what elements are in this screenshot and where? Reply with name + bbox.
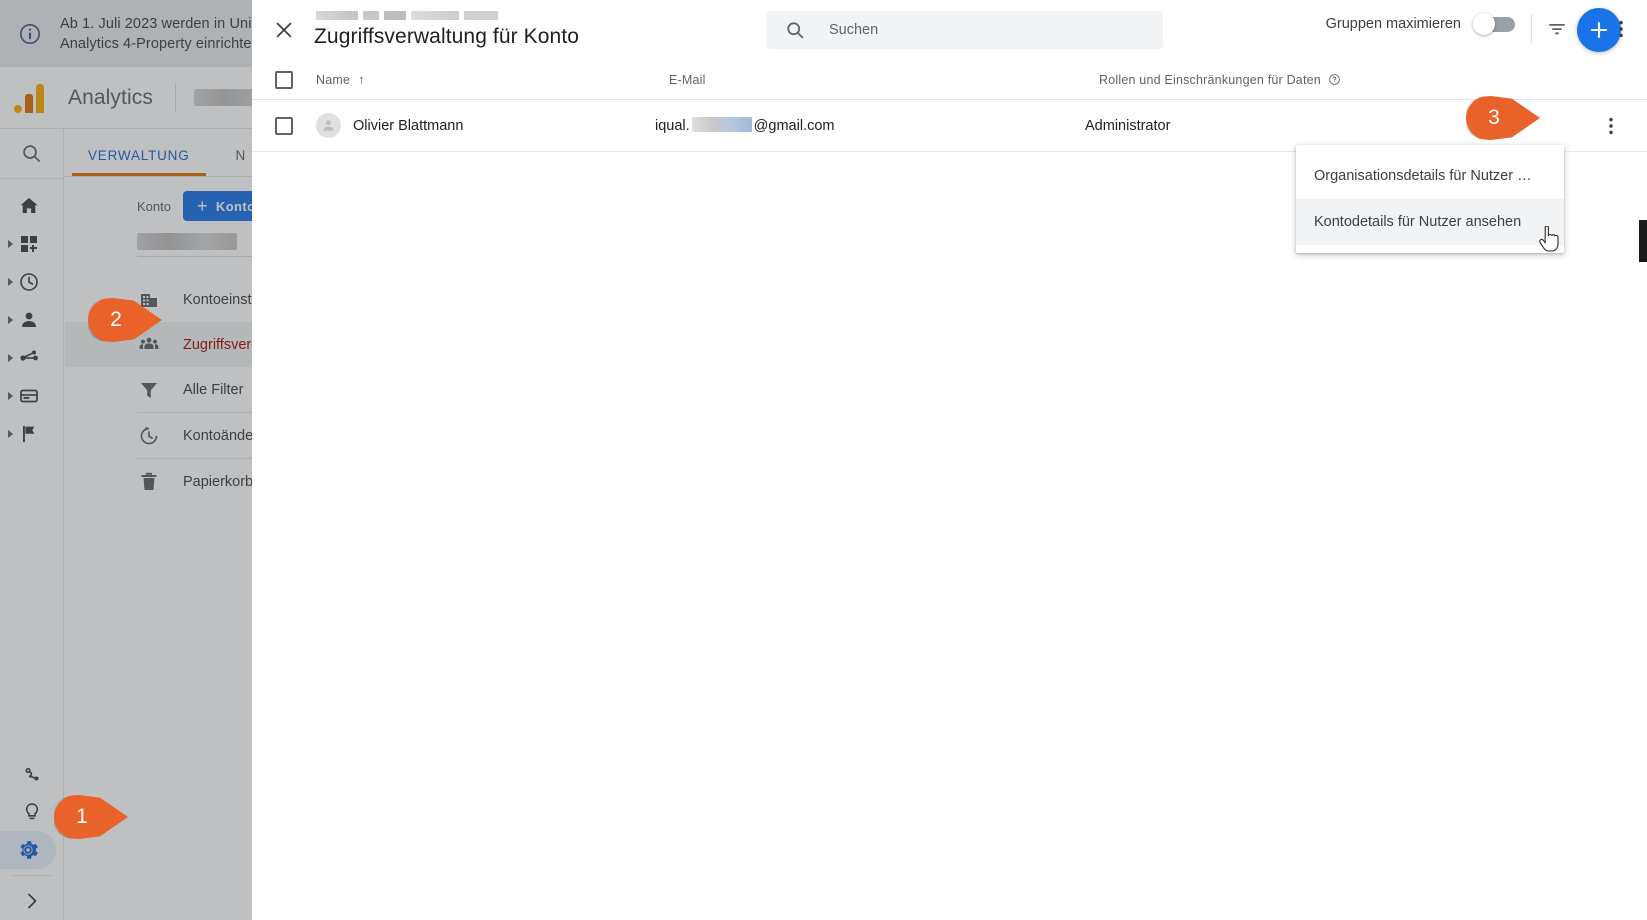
- sort-ascending-icon[interactable]: ↑: [358, 72, 365, 87]
- dialog-more-options-button[interactable]: [1609, 17, 1633, 41]
- person-avatar-icon: [323, 120, 334, 131]
- search-icon: [787, 22, 804, 39]
- cell-email-suffix: @gmail.com: [753, 117, 835, 134]
- callout-shape: [54, 795, 128, 839]
- select-all-checkbox[interactable]: [275, 70, 293, 89]
- toggle-knob: [1473, 12, 1495, 35]
- expand-groups-label: Gruppen maximieren: [1325, 16, 1461, 32]
- close-icon[interactable]: [272, 18, 296, 42]
- cell-roles: Administrator: [1085, 117, 1171, 134]
- dialog-header: Zugriffsverwaltung für Konto Suchen Grup…: [252, 0, 1647, 60]
- menu-item-kontodetails[interactable]: Kontodetails für Nutzer ansehen: [1296, 199, 1564, 245]
- mouse-cursor-pointer: [1539, 226, 1559, 252]
- column-header-roles[interactable]: Rollen und Einschränkungen für Daten: [1099, 73, 1321, 87]
- search-placeholder: Suchen: [829, 22, 879, 38]
- help-icon[interactable]: [1328, 73, 1341, 86]
- callout-shape: [1466, 96, 1540, 140]
- dialog-title: Zugriffsverwaltung für Konto: [314, 25, 580, 48]
- redacted-dialog-subtitle: [316, 11, 579, 20]
- expand-groups-control[interactable]: Gruppen maximieren: [1325, 12, 1515, 35]
- modal-scrim[interactable]: [0, 0, 252, 920]
- plus-icon: [1590, 21, 1608, 39]
- column-header-name[interactable]: Name: [316, 73, 350, 87]
- menu-item-organisationsdetails[interactable]: Organisationsdetails für Nutzer …: [1296, 153, 1564, 199]
- table-header: Name ↑ E-Mail Rollen und Einschränkungen…: [252, 60, 1647, 100]
- callout-number: 3: [1488, 106, 1500, 129]
- avatar: [316, 113, 341, 138]
- screen-edge-artifact: [1639, 220, 1647, 262]
- dialog-title-block: Zugriffsverwaltung für Konto: [314, 11, 579, 49]
- screen: Ab 1. Juli 2023 werden in Unive Analytic…: [0, 0, 1647, 920]
- redacted-email-part: [691, 116, 752, 132]
- callout-shape: [88, 298, 162, 342]
- expand-groups-toggle[interactable]: [1473, 12, 1515, 35]
- search-field[interactable]: Suchen: [766, 11, 1163, 49]
- callout-3: 3: [1466, 96, 1540, 140]
- row-checkbox[interactable]: [275, 116, 293, 135]
- cell-email-prefix: iqual.: [655, 117, 690, 134]
- callout-number: 2: [110, 308, 122, 331]
- callout-1: 1: [54, 795, 128, 839]
- access-management-dialog: Zugriffsverwaltung für Konto Suchen Grup…: [252, 0, 1647, 920]
- row-context-menu: Organisationsdetails für Nutzer … Kontod…: [1296, 145, 1564, 253]
- header-divider: [1531, 14, 1532, 44]
- callout-2: 2: [88, 298, 162, 342]
- row-more-options-button[interactable]: [1599, 114, 1623, 138]
- column-header-email[interactable]: E-Mail: [669, 73, 706, 87]
- callout-number: 1: [76, 805, 88, 828]
- cell-name: Olivier Blattmann: [353, 117, 464, 134]
- filter-list-icon[interactable]: [1545, 17, 1569, 41]
